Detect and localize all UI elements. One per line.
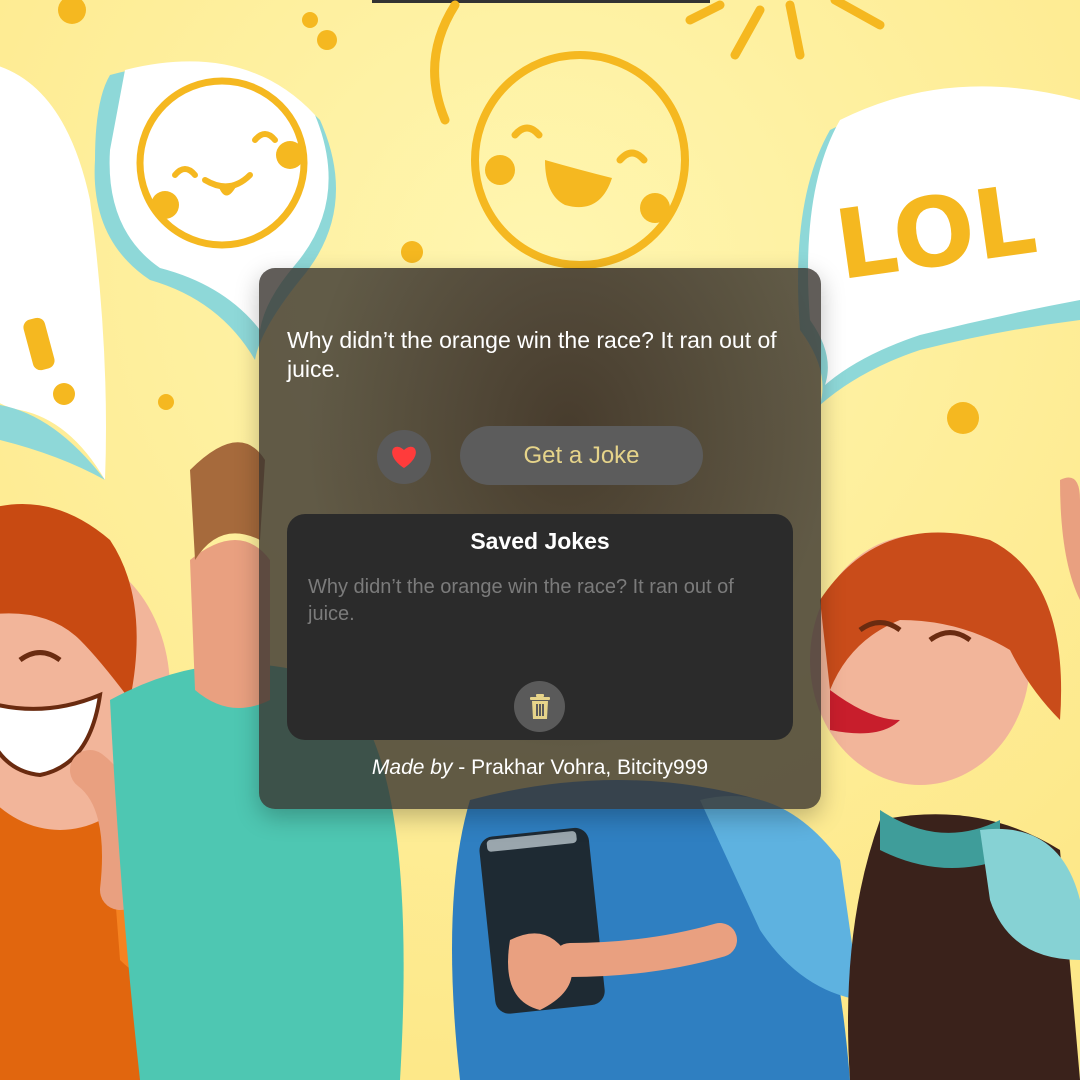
made-by-label: Made by: [371, 756, 453, 779]
heart-icon: [392, 446, 416, 468]
joke-text: Why didn’t the orange win the race? It r…: [287, 327, 777, 382]
person-center-illustration: [452, 780, 860, 1080]
joke-card: Why didn’t the orange win the race? It r…: [259, 268, 821, 809]
delete-saved-button[interactable]: [514, 681, 565, 732]
saved-jokes-panel: Saved Jokes Why didn’t the orange win th…: [287, 514, 793, 740]
credit-separator: -: [452, 756, 472, 779]
saved-joke-item: Why didn’t the orange win the race? It r…: [308, 576, 734, 625]
credit-authors: Prakhar Vohra, Bitcity999: [471, 756, 709, 779]
favorite-button[interactable]: [377, 430, 431, 484]
get-joke-button[interactable]: Get a Joke: [460, 426, 703, 485]
saved-jokes-title: Saved Jokes: [470, 528, 610, 554]
credit-line: Made by - Prakhar Vohra, Bitcity999: [259, 756, 821, 780]
trash-icon: [529, 693, 550, 719]
